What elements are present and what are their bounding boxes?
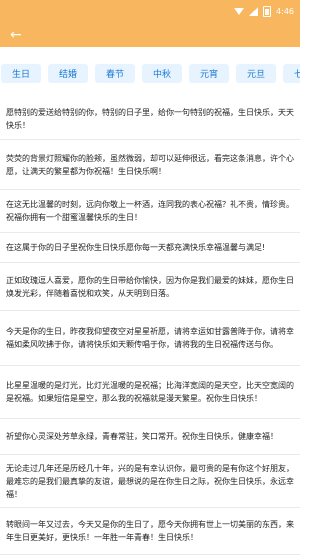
wish-item[interactable]: 无论走过几年还是历经几十年，兴的是有幸认识你，最可贵的是有你这个好朋友，最难忘的… — [0, 455, 300, 508]
tab-0[interactable]: 生日 — [1, 64, 41, 83]
tab-2[interactable]: 春节 — [95, 64, 135, 83]
wish-text: 比星星温暖的是灯光，比灯光温暖的是祝福；比海洋宽阔的是天空，比天空宽阔的是祝福。… — [6, 381, 294, 403]
status-time: 4:46 — [276, 6, 294, 16]
wish-item[interactable]: 在这属于你的日子里祝你生日快乐愿你每一天都充满快乐幸福温馨与满足! — [0, 233, 300, 263]
arrow-left-icon[interactable]: ← — [10, 28, 22, 42]
status-icons: 4:46 — [234, 5, 294, 17]
wish-item[interactable]: 在这无比温馨的时刻，远向你敬上一杯酒，连同我的表心祝福？礼不贵，情珍贵。祝福你拥… — [0, 190, 300, 233]
wish-text: 愿特别的爱送给特别的你，特别的日子里，给你一句特别的祝福，生日快乐，天天快乐！ — [6, 107, 294, 130]
wish-item[interactable]: 荧荧的背景灯照耀你的脸颊，虽然微弱，却可以延伸很远，看完这条消息，许个心愿，让满… — [0, 140, 300, 190]
wish-item[interactable]: 今天是你的生日，昨夜我仰望夜空对星星祈愿，请将幸运如甘露普降于你，请将幸福如柔风… — [0, 311, 300, 366]
tab-5[interactable]: 元旦 — [236, 64, 276, 83]
wish-item[interactable]: 正如玫瑰逗人喜爱，愿你的生日带给你愉快，因为你是我们最爱的妹妹，愿你生日焕发光彩… — [0, 263, 300, 311]
wish-list: 愿特别的爱送给特别的你，特别的日子里，给你一句特别的祝福，生日快乐，天天快乐！ 荧… — [0, 98, 300, 555]
wish-text: 荧荧的背景灯照耀你的脸颊，虽然微弱，却可以延伸很远，看完这条消息，许个心愿，让满… — [6, 153, 294, 176]
wish-text: 祈望你心灵深处芳草永绿，青春常驻，笑口常开。祝你生日快乐，健康幸福！ — [6, 432, 278, 441]
wish-text: 在这无比温馨的时刻，远向你敬上一杯酒，连同我的表心祝福？礼不贵，情珍贵。祝福你拥… — [6, 200, 294, 222]
wish-text: 在这属于你的日子里祝你生日快乐愿你每一天都充满快乐幸福温馨与满足! — [6, 243, 266, 252]
battery-icon — [263, 5, 272, 17]
tab-6[interactable]: 七夕 — [283, 64, 300, 83]
wish-text: 转眼间一年又过去，今天又是你的生日了，愿今天你拥有世上一切美丽的东西，来年生日更… — [6, 520, 294, 542]
wifi-icon — [234, 7, 245, 15]
tab-4[interactable]: 元宵 — [189, 64, 229, 83]
wish-item[interactable]: 比星星温暖的是灯光，比灯光温暖的是祝福；比海洋宽阔的是天空，比天空宽阔的是祝福。… — [0, 366, 300, 419]
wish-item[interactable]: 转眼间一年又过去，今天又是你的生日了，愿今天你拥有世上一切美丽的东西，来年生日更… — [0, 508, 300, 555]
status-bar: 4:46 — [0, 0, 300, 22]
tab-3[interactable]: 中秋 — [142, 64, 182, 83]
wish-text: 正如玫瑰逗人喜爱，愿你的生日带给你愉快，因为你是我们最爱的妹妹，愿你生日焕发光彩… — [6, 275, 294, 298]
wish-item[interactable]: 愿特别的爱送给特别的你，特别的日子里，给你一句特别的祝福，生日快乐，天天快乐！ — [0, 98, 300, 140]
category-tabs: 生日结婚春节中秋元宵元旦七夕 — [0, 47, 300, 98]
wish-item[interactable]: 祈望你心灵深处芳草永绿，青春常驻，笑口常开。祝你生日快乐，健康幸福！ — [0, 419, 300, 455]
wish-text: 今天是你的生日，昨夜我仰望夜空对星星祈愿，请将幸运如甘露普降于你，请将幸福如柔风… — [6, 327, 294, 349]
wish-text: 无论走过几年还是历经几十年，兴的是有幸认识你，最可贵的是有你这个好朋友，最难忘的… — [6, 463, 294, 499]
signal-icon — [249, 6, 259, 16]
app-bar: ← — [0, 22, 300, 47]
tab-1[interactable]: 结婚 — [48, 64, 88, 83]
